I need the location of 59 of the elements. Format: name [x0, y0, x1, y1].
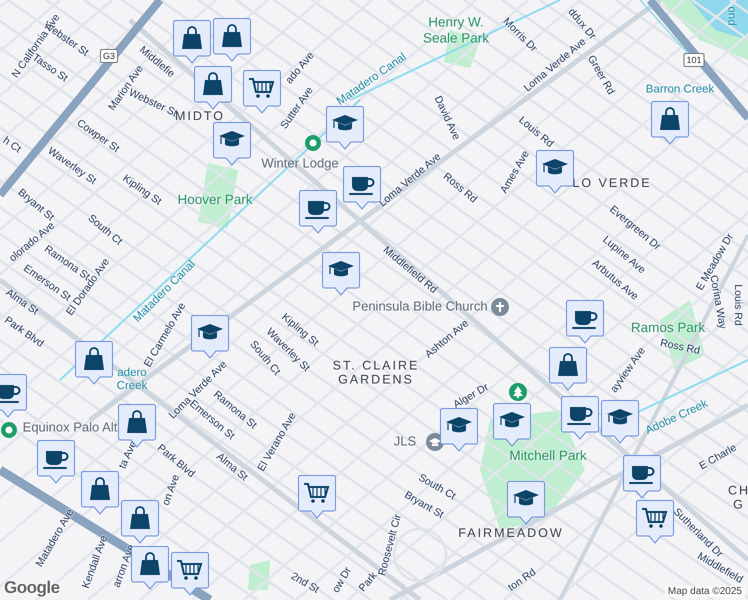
water-label: Barron Creek	[646, 83, 714, 97]
park-label: Mitchell Park	[509, 448, 587, 464]
street-label: Ross Rd	[659, 336, 701, 358]
cross-icon[interactable]	[491, 298, 509, 316]
graduation-cap-pin[interactable]	[536, 150, 574, 194]
street-label: h Ct	[0, 134, 24, 156]
park-area	[248, 560, 270, 590]
street-label: 2nd St	[288, 570, 322, 596]
shopping-cart-pin[interactable]	[171, 552, 209, 596]
shopping-bag-pin[interactable]	[173, 20, 211, 64]
park-label: Hoover Park	[177, 192, 253, 208]
coffee-cup-pin[interactable]	[37, 440, 75, 484]
shopping-bag-pin[interactable]	[549, 347, 587, 391]
shopping-cart-pin[interactable]	[636, 500, 674, 544]
coffee-cup-pin[interactable]	[561, 396, 599, 440]
neighborhood-label: CH G	[728, 484, 748, 512]
shopping-bag-pin[interactable]	[213, 18, 251, 62]
shopping-bag-pin[interactable]	[121, 500, 159, 544]
coffee-cup-pin[interactable]	[0, 374, 27, 418]
graduation-cap-pin[interactable]	[601, 400, 639, 444]
shopping-bag-pin[interactable]	[194, 66, 232, 110]
coffee-cup-pin[interactable]	[343, 166, 381, 210]
highway-shield: 101	[683, 53, 705, 67]
coffee-cup-pin[interactable]	[623, 455, 661, 499]
street-label: Alger Dr	[451, 381, 491, 411]
place-label: JLS	[394, 434, 416, 450]
shopping-bag-pin[interactable]	[651, 101, 689, 145]
location-dot-icon[interactable]	[0, 421, 18, 439]
street-label: ton Rd	[506, 566, 538, 594]
water-label: ond	[724, 6, 738, 26]
shopping-bag-pin[interactable]	[81, 471, 119, 515]
graduation-cap-pin[interactable]	[326, 106, 364, 150]
park-label: Henry W. Seale Park	[422, 14, 490, 46]
lake-area	[690, 0, 748, 40]
street-label: ado Ave	[283, 50, 317, 86]
shopping-cart-pin[interactable]	[298, 475, 336, 519]
neighborhood-label: FAIRMEADOW	[458, 526, 564, 540]
graduation-cap-pin[interactable]	[322, 252, 360, 296]
street-label: on Ave	[160, 472, 182, 508]
tree-icon[interactable]	[509, 383, 527, 401]
water-label: Adobe Creek	[644, 398, 710, 438]
water-label: adero Creek	[116, 366, 148, 394]
highway-shield: G3	[100, 49, 118, 63]
map-provider-logo[interactable]: Google	[4, 578, 60, 598]
map-data-attribution: Map data ©2025	[664, 586, 745, 597]
shopping-bag-pin[interactable]	[75, 341, 113, 385]
coffee-cup-pin[interactable]	[299, 190, 337, 234]
place-label: Equinox Palo Alt	[22, 420, 118, 436]
neighborhood-label: ST. CLAIRE GARDENS	[332, 358, 420, 388]
coffee-cup-pin[interactable]	[566, 300, 604, 344]
graduation-cap-pin[interactable]	[191, 315, 229, 359]
place-label: Peninsula Bible Church	[352, 300, 488, 314]
graduation-cap-pin[interactable]	[440, 408, 478, 452]
street-label: ow Dr	[330, 565, 354, 595]
shopping-cart-pin[interactable]	[243, 70, 281, 114]
graduation-cap-pin[interactable]	[213, 122, 251, 166]
park-label: Ramos Park	[630, 320, 706, 336]
street-label: Louis Rd	[732, 284, 744, 326]
location-dot-icon[interactable]	[304, 134, 322, 152]
